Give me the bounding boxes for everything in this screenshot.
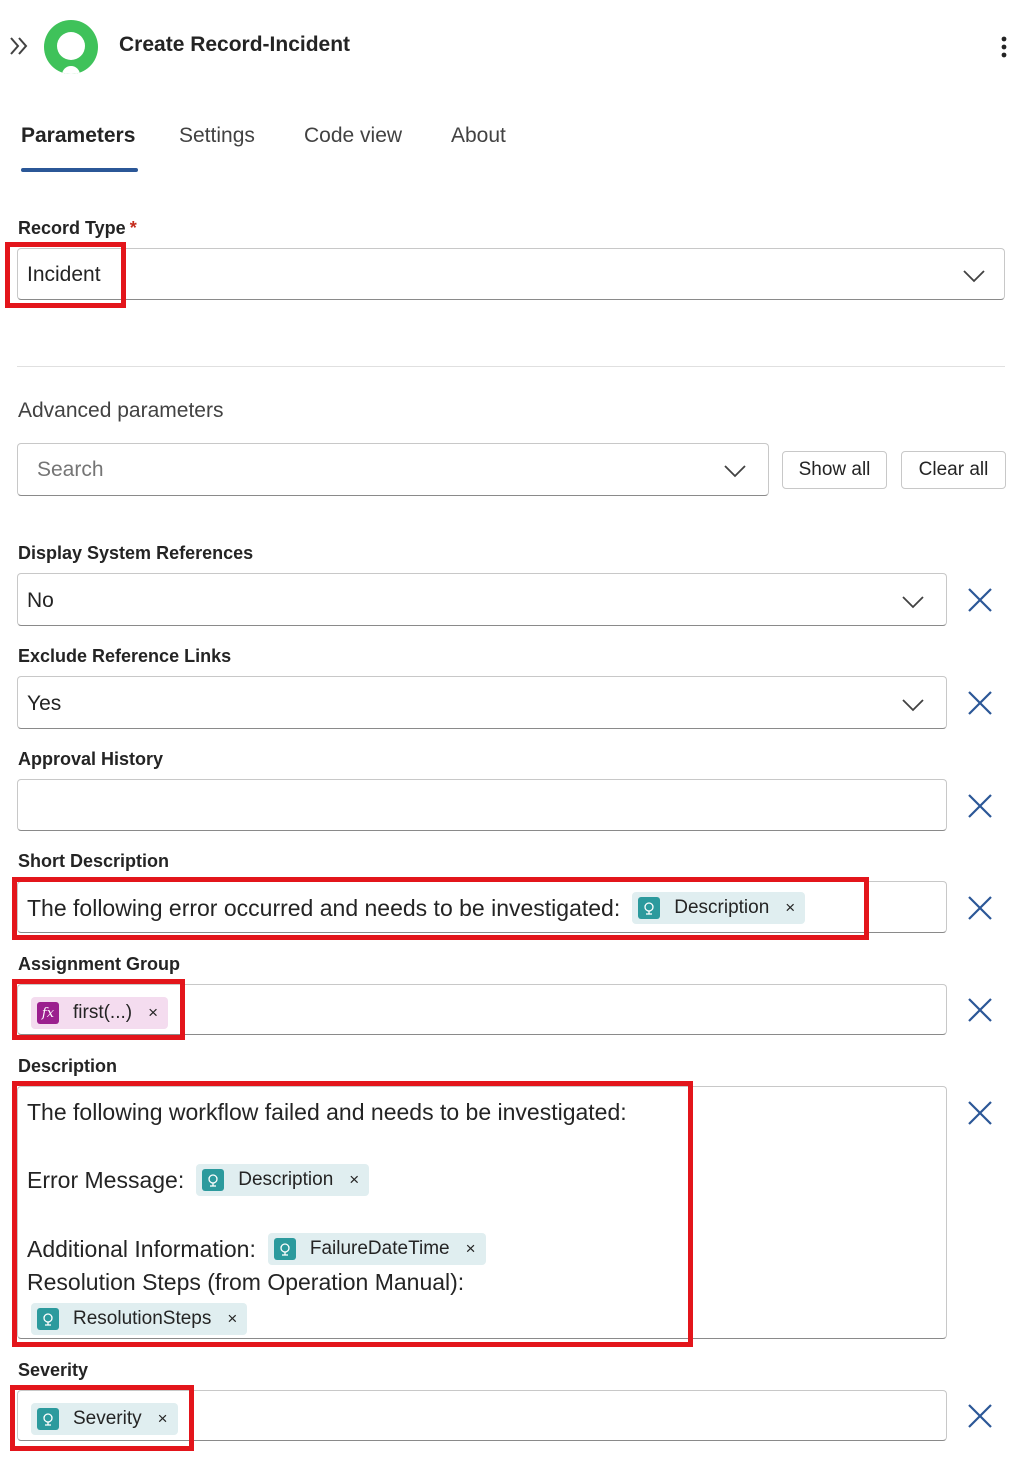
tab-parameters[interactable]: Parameters — [21, 124, 135, 148]
expression-token[interactable]: fx first(...) × — [31, 997, 169, 1029]
description-label: Description — [18, 1056, 118, 1076]
display-system-references-label: Display System References — [18, 543, 254, 563]
dynamic-token[interactable]: Description × — [632, 892, 806, 924]
record-type-label-text: Record Type — [18, 218, 126, 238]
record-type-dropdown[interactable]: Incident — [17, 248, 1005, 300]
token-label: Description — [674, 897, 770, 918]
description-line1: The following workflow failed and needs … — [27, 1099, 627, 1125]
more-vertical-icon[interactable] — [994, 32, 1014, 62]
divider — [17, 366, 1005, 367]
required-mark: * — [129, 218, 137, 238]
error-message-label: Error Message: — [27, 1166, 185, 1193]
token-remove-icon[interactable]: × — [785, 898, 795, 918]
dynamic-content-icon — [202, 1169, 225, 1191]
short-description-text: The following error occurred and needs t… — [27, 894, 621, 921]
token-label: Description — [238, 1169, 334, 1190]
token-label: first(...) — [73, 1002, 133, 1023]
search-input[interactable] — [37, 456, 697, 484]
short-description-label: Short Description — [18, 851, 170, 871]
token-remove-icon[interactable]: × — [148, 1003, 158, 1023]
chevron-down-icon — [902, 699, 924, 712]
resolution-steps-label: Resolution Steps (from Operation Manual)… — [27, 1269, 465, 1295]
assignment-group-content: fx first(...) × — [31, 997, 169, 1029]
close-icon[interactable] — [966, 792, 994, 820]
tab-code-view[interactable]: Code view — [304, 124, 402, 148]
show-all-button[interactable]: Show all — [782, 451, 887, 489]
advanced-search-dropdown[interactable] — [17, 443, 769, 496]
description-line: Resolution Steps (from Operation Manual)… — [27, 1269, 464, 1296]
record-type-label: Record Type * — [18, 218, 137, 239]
tab-about[interactable]: About — [451, 124, 506, 148]
dynamic-content-icon — [638, 897, 661, 919]
token-label: FailureDateTime — [309, 1238, 450, 1259]
token-remove-icon[interactable]: × — [349, 1170, 359, 1190]
connector-logo — [44, 20, 98, 74]
token-remove-icon[interactable]: × — [227, 1309, 237, 1329]
expression-icon: fx — [37, 1002, 59, 1024]
display-system-references-dropdown[interactable]: No — [17, 573, 947, 626]
active-tab-indicator — [21, 168, 138, 172]
dynamic-token[interactable]: Description × — [196, 1164, 370, 1196]
description-line: Error Message: Description × — [27, 1164, 370, 1196]
exclude-reference-links-value: Yes — [27, 692, 62, 715]
severity-content: Severity × — [31, 1403, 178, 1435]
chevron-down-icon — [963, 270, 985, 283]
dynamic-content-icon — [273, 1238, 296, 1260]
chevron-down-icon — [902, 596, 924, 609]
close-icon[interactable] — [966, 996, 994, 1024]
display-system-references-value: No — [27, 589, 54, 612]
close-icon[interactable] — [966, 1099, 994, 1127]
advanced-parameters-title: Advanced parameters — [18, 399, 224, 422]
page-title: Create Record-Incident — [119, 33, 351, 56]
approval-history-label: Approval History — [18, 749, 164, 769]
dynamic-content-icon — [37, 1308, 59, 1330]
dynamic-token[interactable]: Severity × — [31, 1403, 178, 1435]
dynamic-token[interactable]: ResolutionSteps × — [31, 1303, 248, 1335]
token-remove-icon[interactable]: × — [466, 1239, 476, 1259]
additional-information-label: Additional Information: — [27, 1235, 256, 1262]
severity-label: Severity — [18, 1360, 89, 1380]
double-chevron-right-icon[interactable] — [8, 32, 30, 60]
exclude-reference-links-dropdown[interactable]: Yes — [17, 676, 947, 729]
assignment-group-label: Assignment Group — [18, 954, 181, 974]
clear-all-button[interactable]: Clear all — [901, 451, 1006, 489]
close-icon[interactable] — [966, 1402, 994, 1430]
token-remove-icon[interactable]: × — [158, 1409, 168, 1429]
token-label: Severity — [73, 1408, 142, 1429]
close-icon[interactable] — [966, 689, 994, 717]
token-label: ResolutionSteps — [73, 1308, 212, 1329]
dynamic-token[interactable]: FailureDateTime × — [267, 1233, 486, 1265]
tab-settings[interactable]: Settings — [179, 124, 255, 148]
approval-history-input[interactable] — [17, 779, 947, 831]
record-type-value: Incident — [27, 263, 101, 286]
chevron-down-icon — [724, 465, 746, 478]
description-line: ResolutionSteps × — [31, 1303, 248, 1335]
close-icon[interactable] — [966, 894, 994, 922]
dynamic-content-icon — [37, 1408, 59, 1430]
short-description-content: The following error occurred and needs t… — [27, 892, 806, 924]
close-icon[interactable] — [966, 586, 994, 614]
description-line: The following workflow failed and needs … — [27, 1099, 627, 1126]
exclude-reference-links-label: Exclude Reference Links — [18, 646, 232, 666]
description-line: Additional Information: FailureDateTime … — [27, 1233, 486, 1265]
